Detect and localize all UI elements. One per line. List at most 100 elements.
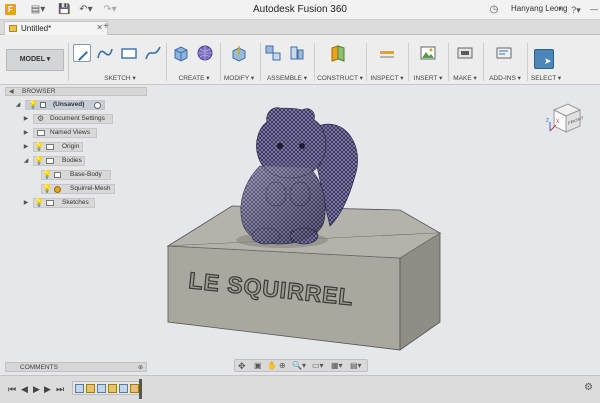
pan-hand-icon[interactable]: ✋ (267, 361, 277, 370)
expand-arrow-icon[interactable]: ▶ (23, 128, 29, 138)
app-title: Autodesk Fusion 360 (253, 4, 347, 15)
sphere-mesh-icon[interactable] (196, 44, 214, 62)
scripts-addins-icon[interactable] (495, 44, 513, 62)
visibility-bulb-icon[interactable]: 💡 (42, 184, 52, 194)
visibility-bulb-icon[interactable]: 💡 (34, 198, 44, 208)
timeline-feature-icon[interactable] (119, 384, 128, 393)
spline-tool-icon[interactable] (144, 44, 162, 62)
navigation-bar: ✥ ▣ ✋ ⊕ 🔍▾ ▭▾ ▦▾ ▤▾ (234, 359, 368, 372)
workspace-switcher-button[interactable]: MODEL ▾ (6, 49, 64, 71)
expand-arrow-icon[interactable]: ◢ (15, 100, 21, 110)
ribbon-group-assemble[interactable]: ASSEMBLE ▾ (262, 74, 312, 82)
browser-item-base-body[interactable]: 💡 Base-Body (5, 170, 115, 180)
visual-style-icon[interactable]: ▦▾ (331, 361, 343, 370)
browser-item-bodies[interactable]: ◢ 💡 Bodies (5, 156, 115, 166)
ribbon-group-modify[interactable]: MODIFY ▾ (220, 74, 258, 82)
expand-arrow-icon[interactable]: ▶ (23, 142, 29, 152)
line-tool-icon[interactable] (96, 44, 114, 62)
measure-icon[interactable] (378, 44, 396, 62)
insert-image-icon[interactable] (419, 44, 437, 62)
ribbon-group-add-ins[interactable]: ADD-INS ▾ (484, 74, 526, 82)
browser-item-named-views[interactable]: ▶ Named Views (5, 128, 115, 138)
ribbon-group-make[interactable]: MAKE ▾ (450, 74, 480, 82)
display-settings-icon[interactable]: ▭▾ (312, 361, 324, 370)
root-label: (Unsaved) (53, 101, 85, 108)
bodies-node[interactable]: 💡 Bodies (33, 156, 85, 166)
activate-radio-icon[interactable] (94, 102, 101, 109)
squirrel-mesh-node[interactable]: 💡 Squirrel-Mesh (41, 184, 115, 194)
add-comment-icon[interactable]: ⊕ (138, 364, 143, 371)
timeline-feature-icon[interactable] (86, 384, 95, 393)
view-cube[interactable]: FRONT X Z (546, 98, 586, 138)
timeline-feature-icon[interactable] (97, 384, 106, 393)
grid-settings-icon[interactable]: ▤▾ (350, 361, 362, 370)
squirrel-mesh-label: Squirrel-Mesh (70, 185, 111, 192)
3d-print-icon[interactable] (456, 44, 474, 62)
camera-icon[interactable]: ▣ (254, 361, 262, 370)
comments-title: COMMENTS (20, 364, 58, 371)
new-tab-button[interactable]: + (103, 21, 109, 32)
browser-item-document-settings[interactable]: ▶ ⚙ Document Settings (5, 114, 115, 124)
ribbon-divider (260, 43, 261, 81)
timeline-feature-icon[interactable] (108, 384, 117, 393)
visibility-bulb-icon[interactable]: 💡 (34, 142, 44, 152)
minimize-button[interactable]: — (588, 0, 600, 20)
step-forward-icon[interactable]: ▶ (44, 384, 51, 395)
ribbon-group-construct[interactable]: CONSTRUCT ▾ (314, 74, 366, 82)
gear-icon[interactable]: ⚙ (584, 382, 593, 393)
folder-icon (46, 200, 54, 206)
browser-root-row[interactable]: ◢ 💡 (Unsaved) (5, 100, 113, 110)
help-icon[interactable]: ?▾ (566, 3, 586, 17)
step-back-icon[interactable]: ◀ (21, 384, 28, 395)
box-create-icon[interactable] (172, 44, 190, 62)
ribbon-divider (166, 43, 167, 81)
collapse-browser-icon[interactable]: ◀ (9, 88, 14, 95)
new-component-icon[interactable] (264, 44, 282, 62)
document-tab[interactable]: Untitled* ✕ (4, 21, 108, 35)
joint-icon[interactable] (288, 44, 306, 62)
press-pull-icon[interactable] (230, 44, 248, 62)
visibility-bulb-icon[interactable]: 💡 (42, 170, 52, 180)
orbit-icon[interactable]: ✥ (238, 361, 246, 372)
3d-canvas-viewport[interactable]: LE SQUIRREL FRONT X Z (150, 86, 600, 372)
expand-arrow-icon[interactable]: ▶ (23, 198, 29, 208)
ribbon-group-inspect[interactable]: INSPECT ▾ (368, 74, 406, 82)
expand-arrow-icon[interactable]: ▶ (23, 114, 29, 124)
timeline-marker-handle[interactable] (139, 379, 142, 399)
sketch-create-icon[interactable] (73, 44, 91, 62)
browser-item-squirrel-mesh[interactable]: 💡 Squirrel-Mesh (5, 184, 115, 194)
timeline-feature-icon[interactable] (130, 384, 139, 393)
comments-panel-header[interactable]: COMMENTS ⊕ (5, 362, 147, 372)
tab-bar: Untitled* ✕ + (0, 20, 600, 35)
ribbon-group-insert[interactable]: INSERT ▾ (410, 74, 446, 82)
go-to-end-icon[interactable]: ⏭ (56, 384, 64, 395)
timeline-feature-icon[interactable] (75, 384, 84, 393)
document-settings-node[interactable]: ⚙ Document Settings (33, 114, 113, 124)
ribbon-group-create[interactable]: CREATE ▾ (172, 74, 216, 82)
browser-item-origin[interactable]: ▶ 💡 Origin (5, 142, 115, 152)
base-body-node[interactable]: 💡 Base-Body (41, 170, 111, 180)
ribbon-group-select[interactable]: SELECT ▾ (528, 74, 564, 82)
sketches-label: Sketches (62, 199, 89, 206)
workspace-label: MODEL (19, 56, 45, 63)
origin-node[interactable]: 💡 Origin (33, 142, 83, 152)
go-to-start-icon[interactable]: ⏮ (8, 384, 16, 395)
sketches-node[interactable]: 💡 Sketches (33, 198, 95, 208)
select-tool-button[interactable]: ➤ (534, 49, 554, 69)
close-tab-icon[interactable]: ✕ (96, 23, 103, 32)
expand-arrow-icon[interactable]: ◢ (23, 156, 29, 166)
offset-plane-icon[interactable] (329, 44, 347, 62)
ribbon-group-sketch[interactable]: SKETCH ▾ (98, 74, 142, 82)
user-menu-chevron-down-icon[interactable]: ▾ (556, 3, 564, 17)
play-icon[interactable]: ▶ (33, 384, 40, 395)
visibility-bulb-icon[interactable]: 💡 (34, 156, 44, 166)
visibility-bulb-icon[interactable]: 💡 (28, 100, 38, 110)
zoom-window-icon[interactable]: 🔍▾ (292, 361, 306, 370)
clock-icon[interactable]: ◷ (488, 3, 500, 17)
browser-panel-header[interactable]: ◀ BROWSER (5, 87, 147, 96)
browser-item-sketches[interactable]: ▶ 💡 Sketches (5, 198, 115, 208)
root-node[interactable]: 💡 (Unsaved) (25, 100, 105, 110)
named-views-node[interactable]: Named Views (33, 128, 97, 138)
rectangle-tool-icon[interactable] (120, 44, 138, 62)
zoom-icon[interactable]: ⊕ (279, 361, 286, 370)
